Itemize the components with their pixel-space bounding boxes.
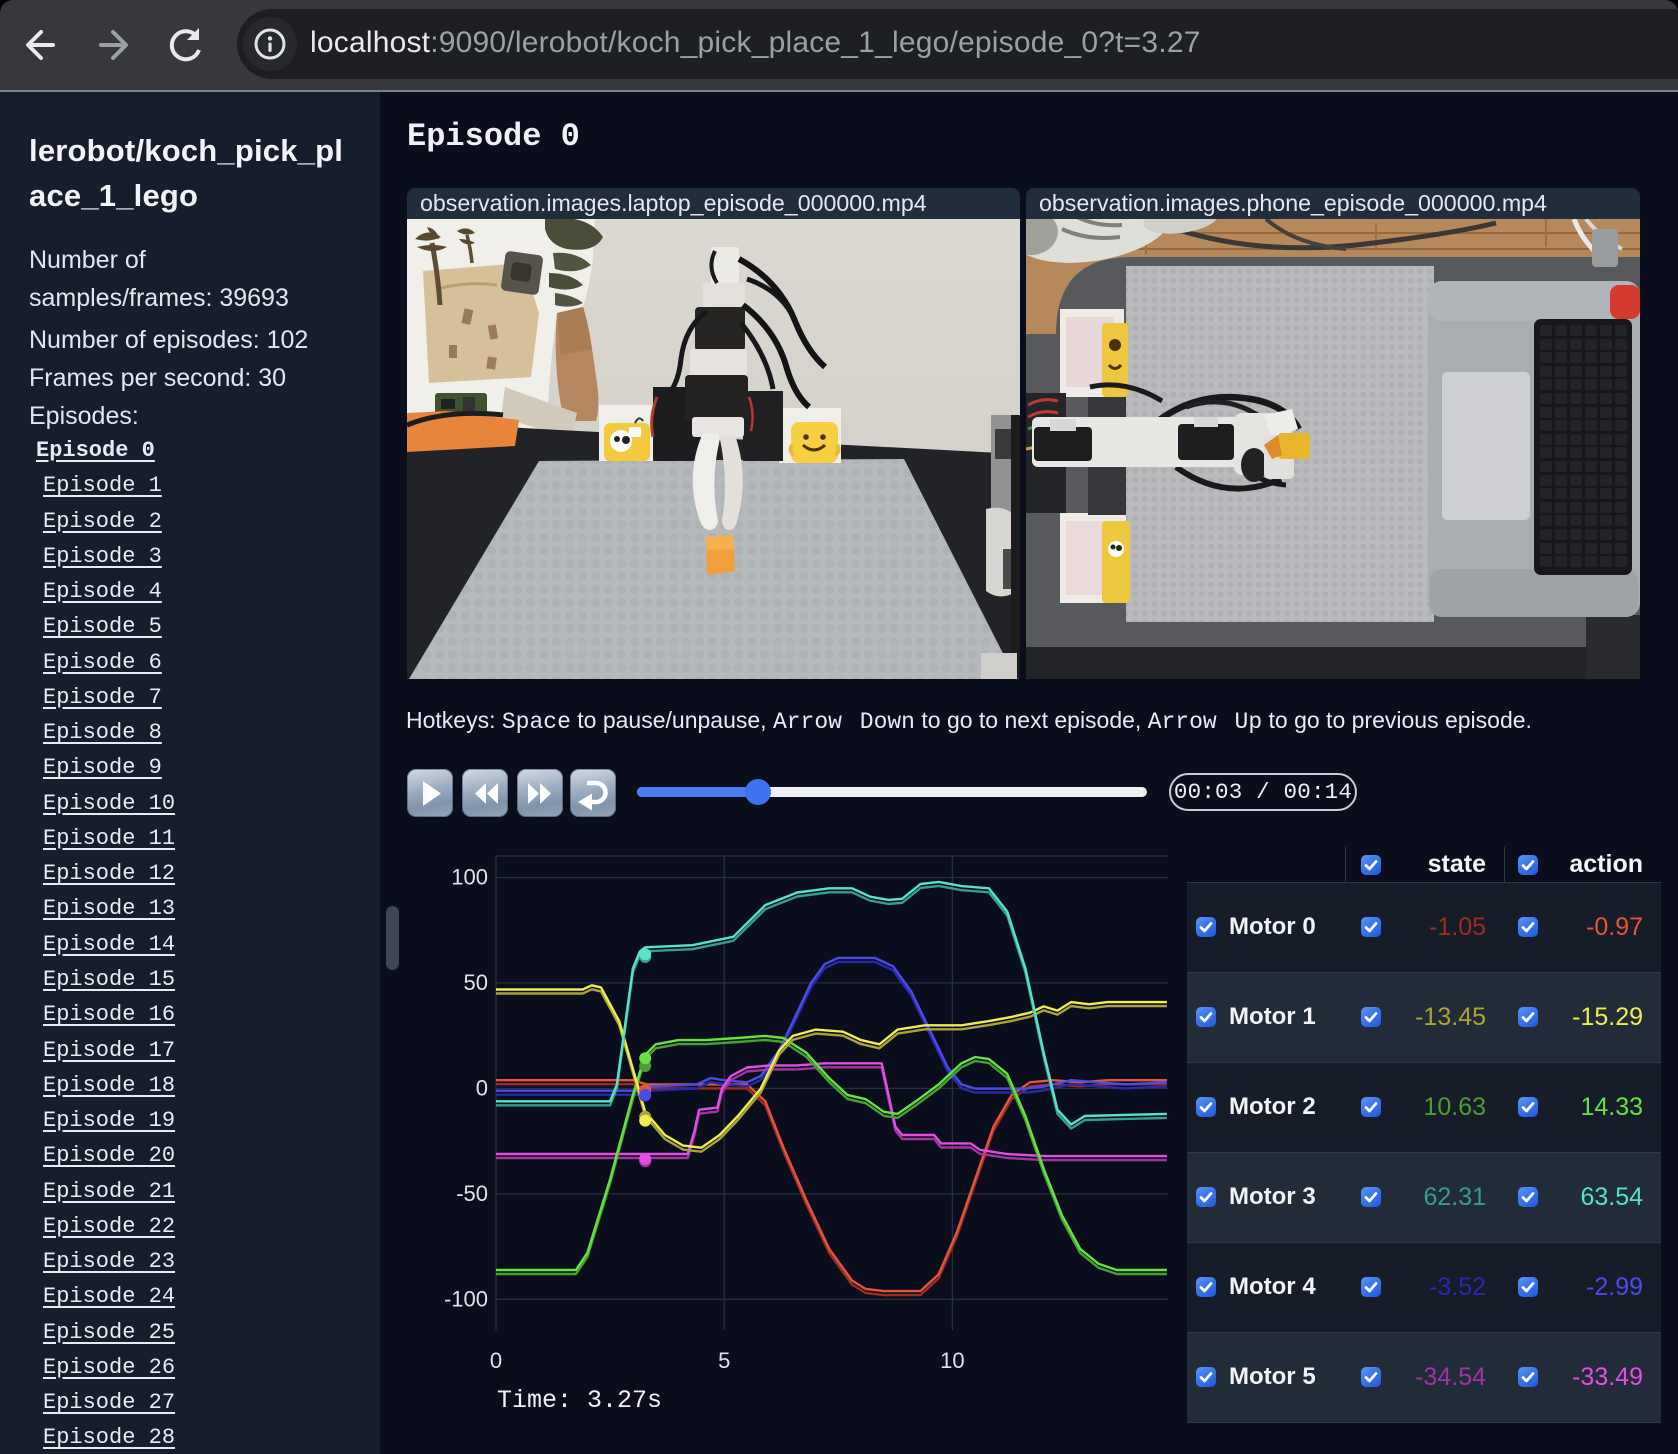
svg-text:-100: -100 (444, 1286, 488, 1311)
svg-text:100: 100 (451, 865, 488, 890)
svg-text:10: 10 (940, 1348, 964, 1373)
svg-text:50: 50 (464, 970, 488, 995)
svg-text:0: 0 (476, 1075, 488, 1100)
svg-text:5: 5 (718, 1348, 730, 1373)
svg-text:-50: -50 (456, 1181, 488, 1206)
svg-text:0: 0 (490, 1348, 502, 1373)
